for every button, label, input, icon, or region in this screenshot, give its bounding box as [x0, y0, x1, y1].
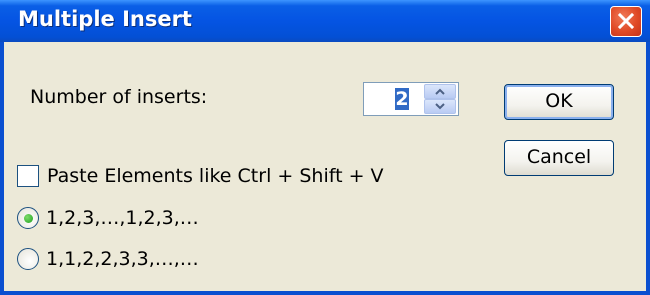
cancel-button[interactable]: Cancel — [504, 140, 614, 176]
number-of-inserts-label: Number of inserts: — [30, 86, 208, 108]
sequence-radio[interactable] — [17, 207, 39, 229]
window-frame-right — [646, 42, 650, 295]
radio-selected-dot — [24, 214, 33, 223]
paste-elements-label[interactable]: Paste Elements like Ctrl + Shift + V — [47, 165, 384, 187]
paste-elements-checkbox[interactable] — [17, 165, 39, 187]
close-button[interactable] — [610, 6, 642, 37]
spin-up-button[interactable] — [424, 84, 456, 99]
number-of-inserts-spinner[interactable]: 2 — [363, 82, 459, 116]
spin-down-button[interactable] — [424, 99, 456, 114]
repeat-radio-label[interactable]: 1,1,2,2,3,3,…,… — [46, 248, 199, 270]
window-frame-bottom — [0, 291, 650, 295]
multiple-insert-dialog: Multiple Insert Number of inserts: 2 OK … — [0, 0, 650, 295]
spin-up-icon — [435, 88, 445, 95]
number-of-inserts-value[interactable]: 2 — [395, 88, 409, 110]
dialog-title: Multiple Insert — [18, 7, 192, 31]
spin-down-icon — [435, 103, 445, 110]
repeat-radio[interactable] — [17, 248, 39, 270]
ok-button[interactable]: OK — [504, 84, 614, 120]
window-frame-left — [0, 42, 4, 295]
sequence-radio-label[interactable]: 1,2,3,…,1,2,3,… — [46, 207, 199, 229]
close-icon — [617, 12, 635, 30]
title-bar[interactable]: Multiple Insert — [0, 0, 650, 42]
